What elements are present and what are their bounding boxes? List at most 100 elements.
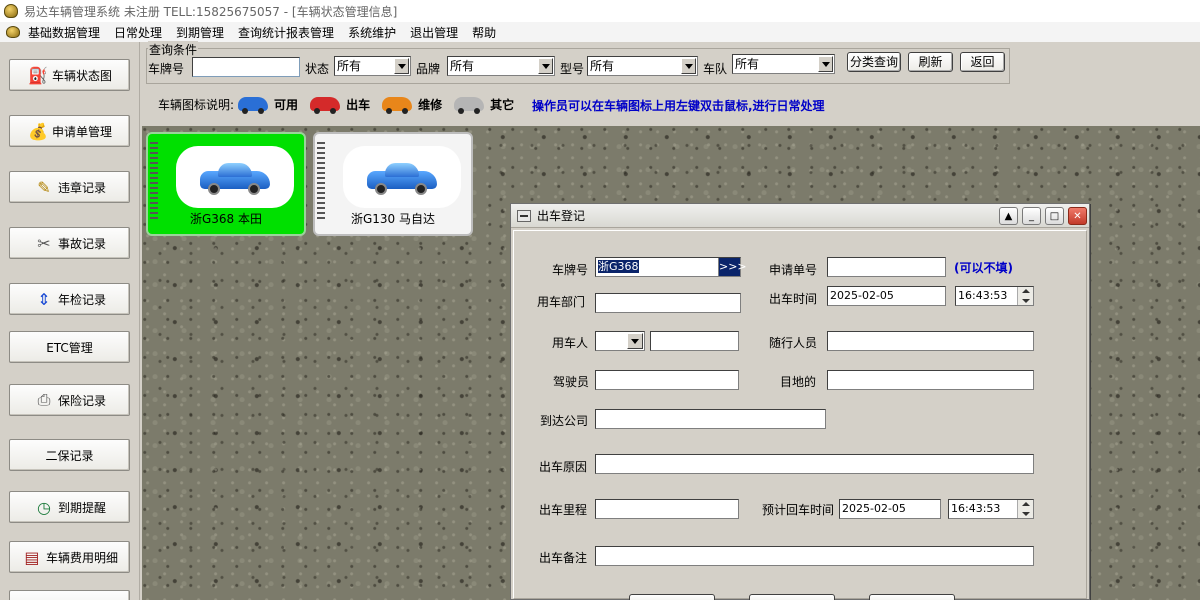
sidebar-label: 车辆状态图 xyxy=(51,68,112,83)
dlg-driver-label: 驾驶员 xyxy=(553,375,590,389)
system-menu-icon[interactable] xyxy=(517,209,531,222)
sidebar-insurance-button[interactable]: ⎙ 保险记录 xyxy=(9,384,130,416)
menu-exit[interactable]: 退出管理 xyxy=(410,24,458,41)
menu-money-bag-icon[interactable] xyxy=(6,26,20,38)
sidebar-label: 二保记录 xyxy=(45,448,94,463)
dlg-return-time-input[interactable]: 16:43:53 xyxy=(948,499,1034,519)
status-select-value: 所有 xyxy=(337,59,362,73)
sidebar-car-status-button[interactable]: ⛽ 车辆状态图 xyxy=(9,59,130,91)
dialog-titlebar[interactable]: 出车登记 ▲ _ □ ✕ xyxy=(511,204,1089,228)
team-select-value: 所有 xyxy=(735,57,760,71)
chevron-down-icon[interactable] xyxy=(627,333,643,349)
car-card-label: 浙G130 马自达 xyxy=(350,212,436,226)
dlg-user-input[interactable] xyxy=(650,331,739,351)
sidebar-more-button[interactable] xyxy=(9,590,130,600)
brand-select[interactable]: 所有 xyxy=(447,56,555,76)
minimize-icon[interactable]: _ xyxy=(1022,207,1041,225)
sidebar-label: 申请单管理 xyxy=(51,124,112,139)
sidebar-violations-button[interactable]: ✎ 违章记录 xyxy=(9,171,130,203)
blue-car-icon xyxy=(200,161,270,195)
dlg-user-prefix-select[interactable] xyxy=(595,331,645,351)
operator-hint: 操作员可以在车辆图标上用左键双击鼠标,进行日常处理 xyxy=(532,99,825,113)
left-sidebar: ⛽ 车辆状态图 💰 申请单管理 ✎ 违章记录 ✂ 事故记录 ⇕ 年检记录 ETC… xyxy=(0,42,140,600)
car-card-label: 浙G368 本田 xyxy=(189,212,263,226)
car-photo xyxy=(176,146,294,208)
dlg-plate-input[interactable]: 浙G368 >>> xyxy=(595,257,747,277)
sidebar-secondary-maintenance-button[interactable]: 二保记录 xyxy=(9,439,130,471)
menu-basic-data[interactable]: 基础数据管理 xyxy=(28,24,100,41)
chevron-down-icon[interactable] xyxy=(681,58,696,74)
refresh-button[interactable]: 刷新 xyxy=(908,52,953,72)
out-car-icon xyxy=(310,97,341,114)
clock-icon: ◷ xyxy=(37,497,51,517)
brand-label: 品牌 xyxy=(416,62,441,76)
sidebar-annual-check-button[interactable]: ⇕ 年检记录 xyxy=(9,283,130,315)
car-card[interactable]: 浙G130 马自达 xyxy=(313,132,473,236)
team-label: 车队 xyxy=(703,62,728,76)
dlg-remark-label: 出车备注 xyxy=(539,551,588,565)
repair-car-icon xyxy=(382,97,413,114)
dialog-action-button[interactable] xyxy=(869,594,955,600)
printer-icon: ⎙ xyxy=(37,390,51,409)
category-search-button[interactable]: 分类查询 xyxy=(847,52,901,72)
dlg-out-time-input[interactable]: 16:43:53 xyxy=(955,286,1034,306)
model-select-value: 所有 xyxy=(590,59,615,73)
model-select[interactable]: 所有 xyxy=(587,56,698,76)
app-money-bag-icon xyxy=(4,4,18,18)
chevron-down-icon[interactable] xyxy=(538,58,553,74)
maximize-icon[interactable]: □ xyxy=(1045,207,1064,225)
window-title: 易达车辆管理系统 未注册 TELL:15825675057 - [车辆状态管理信… xyxy=(24,4,398,19)
menu-daily[interactable]: 日常处理 xyxy=(114,24,162,41)
dlg-out-time-value: 16:43:53 xyxy=(958,289,1008,302)
plate-picker-button[interactable]: >>> xyxy=(718,258,747,276)
sidebar-label: 车辆费用明细 xyxy=(45,550,118,565)
dlg-user-label: 用车人 xyxy=(552,336,589,350)
dlg-dept-input[interactable] xyxy=(595,293,741,313)
legend-out-label: 出车 xyxy=(346,97,371,112)
team-select[interactable]: 所有 xyxy=(732,54,835,74)
dialog-action-button[interactable] xyxy=(629,594,715,600)
dlg-dest-input[interactable] xyxy=(827,370,1034,390)
menu-expiry[interactable]: 到期管理 xyxy=(176,24,224,41)
car-card[interactable]: 浙G368 本田 xyxy=(146,132,306,236)
sidebar-applications-button[interactable]: 💰 申请单管理 xyxy=(9,115,130,147)
time-spinner-icon[interactable] xyxy=(1017,287,1033,305)
plate-search-input[interactable] xyxy=(192,57,300,77)
close-icon[interactable]: ✕ xyxy=(1068,207,1087,225)
dialog-action-button[interactable] xyxy=(749,594,835,600)
dlg-app-no-input[interactable] xyxy=(827,257,946,277)
dlg-remark-input[interactable] xyxy=(595,546,1034,566)
back-button[interactable]: 返回 xyxy=(960,52,1005,72)
dlg-return-date-input[interactable]: 2025-02-05 xyxy=(839,499,941,519)
menu-maintenance[interactable]: 系统维护 xyxy=(348,24,396,41)
dlg-return-time-value: 16:43:53 xyxy=(951,502,1001,515)
dlg-out-date-input[interactable]: 2025-02-05 xyxy=(827,286,946,306)
dlg-driver-input[interactable] xyxy=(595,370,739,390)
sidebar-label: 到期提醒 xyxy=(57,500,106,515)
sidebar-label: 保险记录 xyxy=(57,393,106,408)
sidebar-etc-button[interactable]: ETC管理 xyxy=(9,331,130,363)
menu-reports[interactable]: 查询统计报表管理 xyxy=(238,24,334,41)
car-photo xyxy=(343,146,461,208)
rollup-icon[interactable]: ▲ xyxy=(999,207,1018,225)
menu-help[interactable]: 帮助 xyxy=(472,24,496,41)
legend-repair-label: 维修 xyxy=(418,97,443,112)
status-select[interactable]: 所有 xyxy=(334,56,411,76)
chevron-down-icon[interactable] xyxy=(818,56,833,72)
legend-title: 车辆图标说明: xyxy=(158,97,235,112)
icon-legend: 车辆图标说明: 可用 出车 维修 其它 xyxy=(158,94,524,114)
sidebar-expiry-reminder-button[interactable]: ◷ 到期提醒 xyxy=(9,491,130,523)
sidebar-expenses-button[interactable]: ▤ 车辆费用明细 xyxy=(9,541,130,573)
time-spinner-icon[interactable] xyxy=(1017,500,1033,518)
dlg-app-no-note: (可以不填) xyxy=(954,261,1013,275)
sidebar-label: 事故记录 xyxy=(57,236,106,251)
sidebar-accidents-button[interactable]: ✂ 事故记录 xyxy=(9,227,130,259)
dlg-mileage-input[interactable] xyxy=(595,499,739,519)
dlg-companion-input[interactable] xyxy=(827,331,1034,351)
dlg-arrive-input[interactable] xyxy=(595,409,826,429)
chevron-down-icon[interactable] xyxy=(394,58,409,74)
dlg-reason-input[interactable] xyxy=(595,454,1034,474)
annual-check-icon: ⇕ xyxy=(37,289,51,309)
query-group-title: 查询条件 xyxy=(148,41,199,58)
dlg-reason-label: 出车原因 xyxy=(539,460,588,474)
